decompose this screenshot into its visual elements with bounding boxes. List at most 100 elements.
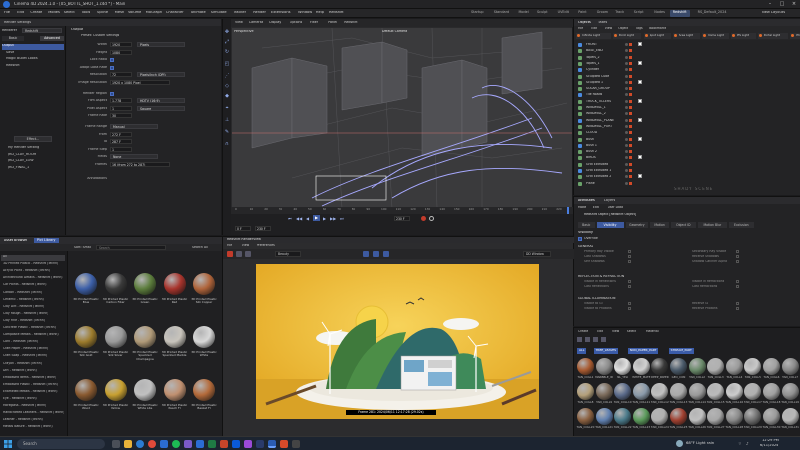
material-menu-edit[interactable]: Edit (597, 330, 603, 333)
select-tool-icon[interactable]: ◰ (224, 61, 230, 67)
snap-icon[interactable]: ⌖ (224, 105, 230, 111)
visibility-dot[interactable] (625, 68, 628, 72)
objects-menu-view[interactable]: View (605, 27, 612, 30)
material-layer-stream-part[interactable]: STREAM_PART (668, 348, 694, 354)
attr-checkbox[interactable] (736, 255, 739, 258)
object-row[interactable]: FRONT (576, 42, 798, 48)
render-tag-icon[interactable] (629, 55, 632, 59)
render-tag-icon[interactable] (629, 74, 632, 78)
visibility-dot[interactable] (625, 55, 628, 59)
attr-group-reflection-refraction[interactable]: REFLECTION & REFRACTION (578, 275, 624, 278)
material-swatch[interactable] (707, 358, 725, 375)
viewport-menu-options[interactable]: Options (290, 21, 303, 24)
edges-mode-icon[interactable]: ◇ (224, 83, 230, 89)
objects-menu-file[interactable]: File (578, 27, 583, 30)
attr-checkbox[interactable] (628, 260, 631, 263)
material-swatch[interactable] (763, 358, 780, 375)
visibility-dot[interactable] (625, 181, 628, 185)
renderview-menu-preferences[interactable]: Preferences (257, 244, 275, 247)
visibility-dot[interactable] (625, 80, 628, 84)
tab-layers[interactable]: Layers (604, 199, 615, 202)
minimize-icon[interactable]: – (764, 0, 776, 9)
attr-checkbox[interactable] (628, 280, 631, 283)
excel-icon[interactable] (208, 440, 216, 448)
attr-tab-object-id[interactable]: Object ID (670, 222, 696, 228)
render-sidebar-item-output[interactable]: Output (2, 44, 64, 50)
object-row[interactable]: Sculpted Cube (576, 74, 798, 80)
visibility-dot[interactable] (625, 118, 628, 122)
menu-extensions[interactable]: Extensions (271, 11, 291, 15)
asset-material-thumbnail[interactable] (104, 273, 127, 295)
attr-tab-geometry[interactable]: Geometry (625, 222, 649, 228)
points-mode-icon[interactable]: ⋰ (224, 73, 230, 79)
settings-taskbar-icon[interactable] (292, 440, 300, 448)
render-tag-icon[interactable] (629, 143, 632, 147)
asset-category-dirt-redshift-techn[interactable]: Dirt - Redshift (Techn) (3, 369, 37, 375)
asset-category-clay-dirt-redshift-techn[interactable]: Clay Dirt - Redshift (Techn) (3, 305, 44, 311)
button-infinite-light[interactable]: Infinite Light (576, 33, 611, 39)
render-image[interactable] (256, 264, 539, 419)
viewport-scene[interactable]: Perspective Default Camera Grid Spacing … (232, 28, 572, 213)
material-layer-all[interactable]: ALL (577, 348, 587, 354)
button-spot-light[interactable]: Spot Light (643, 33, 671, 39)
current-frame-field[interactable]: 230 F (394, 216, 410, 221)
viewport-menu-panel[interactable]: Panel (328, 21, 337, 24)
asset-category-clay-fine-redshift-techn[interactable]: Clay Fine - Redshift (Techn) (3, 319, 45, 325)
next-key-icon[interactable]: ▶▶ (330, 216, 336, 221)
attributes-menu-user-data[interactable]: User Data (608, 206, 623, 209)
attr-checkbox[interactable] (736, 307, 739, 310)
dropdown-pixel-aspect[interactable]: Square (137, 105, 185, 111)
asset-category-embossed-plastic-redshift-techn[interactable]: Embossed Plastic - Redshift (Techn) (3, 383, 58, 389)
render-tag-icon[interactable] (629, 80, 632, 84)
file-explorer-icon[interactable] (124, 440, 132, 448)
material-swatch[interactable] (651, 408, 669, 425)
magnet-icon[interactable]: ∩ (224, 141, 230, 147)
material-tag-icon[interactable] (638, 155, 642, 160)
asset-material-thumbnail[interactable] (134, 273, 156, 295)
render-tag-icon[interactable] (629, 169, 632, 172)
object-row[interactable]: Cylinder (576, 67, 798, 73)
visibility-dot[interactable] (625, 106, 628, 109)
attr-checkbox[interactable] (736, 302, 739, 305)
premiere-icon[interactable] (244, 440, 252, 448)
object-row[interactable]: WINDMILL_1 (576, 105, 798, 111)
material-swatch[interactable] (688, 408, 706, 425)
object-row[interactable]: Topels_1 (576, 60, 798, 67)
input-frame-step[interactable]: 1 (110, 146, 132, 152)
asset-material-thumbnail[interactable] (75, 379, 97, 401)
render-preset-jrd-clay-low[interactable]: JRD_CLAY_LOW (8, 159, 34, 165)
close-icon[interactable]: × (788, 0, 800, 9)
material-swatch[interactable] (744, 408, 762, 425)
menu-simulate[interactable]: Simulate (211, 11, 227, 15)
search-all-button[interactable]: Search All (192, 246, 208, 249)
after-effects-icon[interactable] (256, 440, 264, 448)
input-film-aspect[interactable]: 1.778 (110, 98, 132, 104)
objects-menu-bookmarks[interactable]: Bookmarks (649, 27, 666, 30)
material-layer-non-paper-part[interactable]: NON_PAPER_PART (627, 348, 659, 354)
rotate-tool-icon[interactable]: ↻ (224, 49, 230, 55)
asset-category-enameled-metals-redshift-techn[interactable]: Enameled Metals - Redshift (Techn) (3, 390, 58, 396)
layout-tab-groom[interactable]: Groom (594, 10, 611, 17)
material-filter-icon[interactable] (585, 337, 590, 342)
asset-material-thumbnail[interactable] (163, 273, 186, 295)
material-swatch[interactable] (670, 383, 687, 400)
visibility-dot[interactable] (625, 169, 628, 172)
attr-tab-motion[interactable]: Motion (650, 222, 669, 228)
compare-icon[interactable] (383, 251, 389, 257)
input-pixel-aspect[interactable]: 1 (110, 105, 132, 111)
render-tag-icon[interactable] (629, 137, 632, 141)
layout-tab-sculpt[interactable]: Sculpt (534, 10, 551, 17)
record-icon[interactable] (421, 216, 426, 221)
visibility-dot[interactable] (625, 43, 628, 46)
dropdown-frame-range[interactable]: Manual (110, 124, 158, 129)
material-menu-view[interactable]: View (612, 330, 619, 333)
visibility-dot[interactable] (625, 124, 628, 128)
preset-label[interactable]: Preset: Custom Settings (81, 34, 119, 37)
tab-pict-library[interactable]: Pict Library (34, 238, 59, 244)
object-row[interactable]: Sculpted 1 (576, 79, 798, 86)
asset-category-handcrafted-leathers-redshift-techn[interactable]: Handcrafted Leathers - Redshift (Techn) (3, 411, 64, 417)
viewport-menu-cameras[interactable]: Cameras (249, 21, 264, 24)
render-tag-icon[interactable] (629, 61, 632, 65)
asset-material-thumbnail[interactable] (134, 326, 156, 348)
dropdown-resolution[interactable]: Pixels/Inch (DPI) (137, 72, 185, 78)
